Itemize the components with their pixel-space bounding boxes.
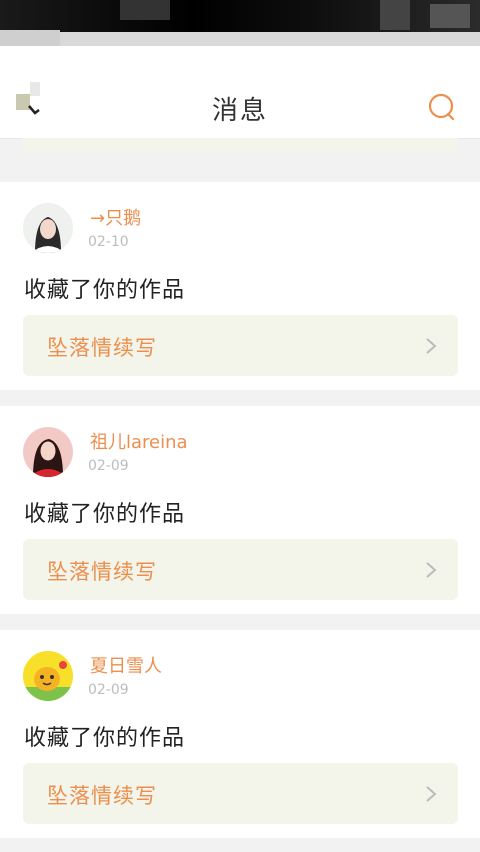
work-link[interactable]: 坠落情续写 xyxy=(23,315,458,376)
message-card: 夏日雪人 02-09 收藏了你的作品 坠落情续写 xyxy=(0,630,480,838)
username[interactable]: 夏日雪人 xyxy=(90,652,162,678)
message-date: 02-09 xyxy=(88,682,129,698)
app-header: 消息 xyxy=(0,46,480,139)
previous-work-link[interactable] xyxy=(22,138,458,153)
chevron-right-icon xyxy=(424,784,438,804)
work-link[interactable]: 坠落情续写 xyxy=(23,539,458,600)
message-date: 02-10 xyxy=(88,234,129,250)
work-link[interactable]: 坠落情续写 xyxy=(23,763,458,824)
search-icon[interactable] xyxy=(428,93,456,121)
message-action: 收藏了你的作品 xyxy=(24,502,186,527)
username[interactable]: 祖儿lareina xyxy=(90,428,188,454)
avatar[interactable] xyxy=(23,427,73,477)
avatar[interactable] xyxy=(23,203,73,253)
status-bar xyxy=(0,0,480,46)
avatar[interactable] xyxy=(23,651,73,701)
message-action: 收藏了你的作品 xyxy=(24,278,186,303)
chevron-right-icon xyxy=(424,336,438,356)
work-title: 坠落情续写 xyxy=(47,784,157,808)
message-action: 收藏了你的作品 xyxy=(24,726,186,751)
page-title: 消息 xyxy=(211,96,268,126)
chevron-right-icon xyxy=(424,560,438,580)
work-title: 坠落情续写 xyxy=(47,560,157,584)
message-card: →只鹅 02-10 收藏了你的作品 坠落情续写 xyxy=(0,182,480,390)
work-title: 坠落情续写 xyxy=(47,336,157,360)
message-card: 祖儿lareina 02-09 收藏了你的作品 坠落情续写 xyxy=(0,406,480,614)
message-date: 02-09 xyxy=(88,458,129,474)
username[interactable]: →只鹅 xyxy=(90,204,141,230)
